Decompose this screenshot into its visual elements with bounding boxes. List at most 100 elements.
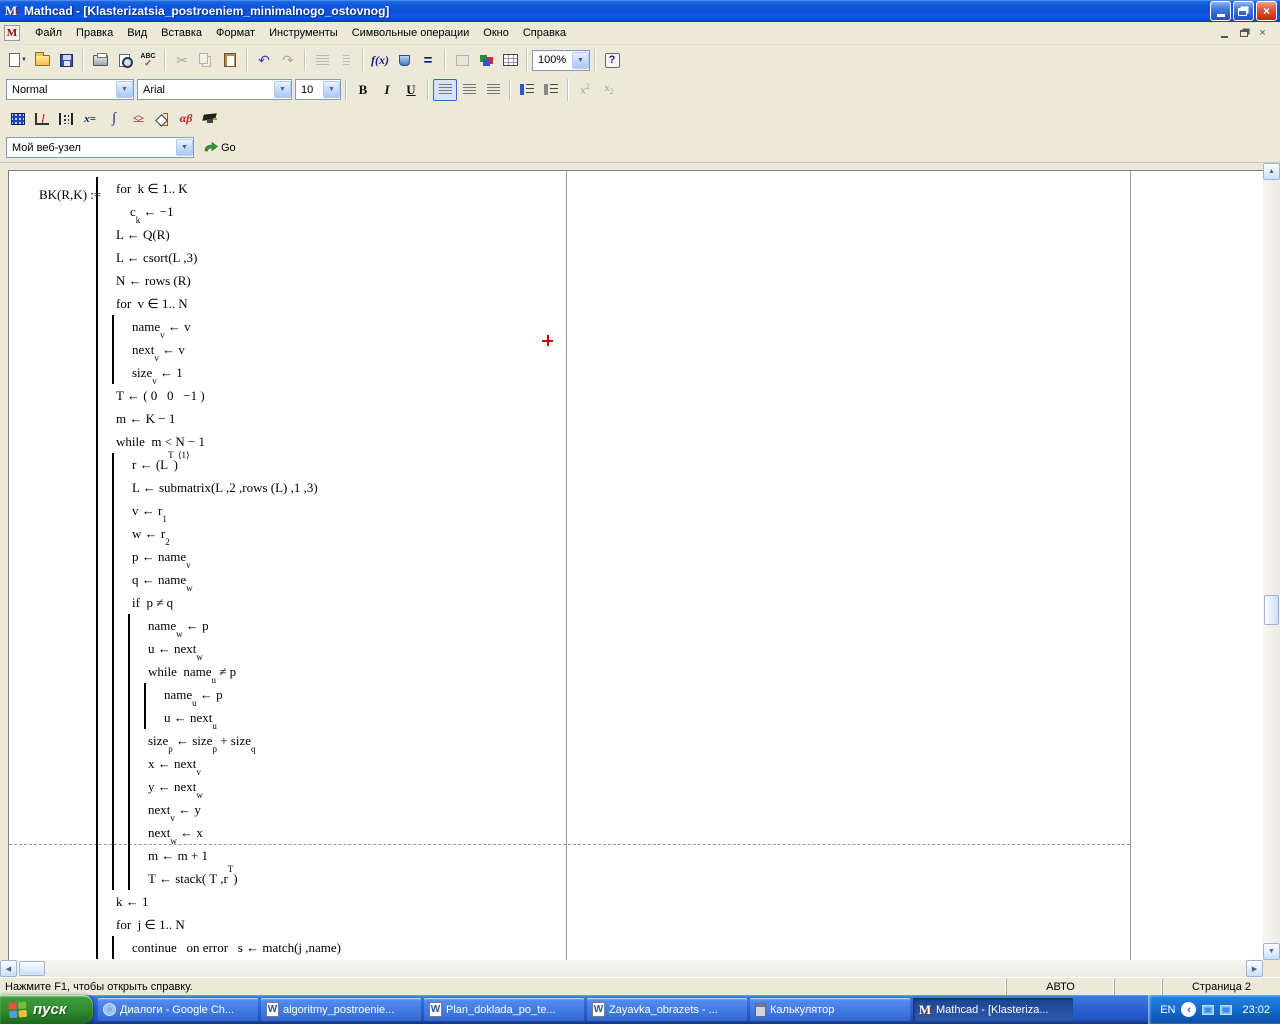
tray-chevron-button[interactable]: ‹ xyxy=(1181,1002,1197,1017)
program-line-12[interactable]: while m < N − 1 xyxy=(96,430,341,453)
program-line-31[interactable]: T ← stack( T ,rT) xyxy=(96,865,341,890)
style-select[interactable]: Normal ▼ xyxy=(6,79,134,100)
align-right-button[interactable] xyxy=(481,79,505,101)
horizontal-scrollbar[interactable]: ◀ ▶ xyxy=(0,960,1263,977)
insert-table-button[interactable] xyxy=(498,49,522,71)
program-line-18[interactable]: q ← namew xyxy=(96,568,341,593)
vertical-scrollbar[interactable]: ▲ ▼ xyxy=(1263,163,1280,960)
insert-component-button[interactable] xyxy=(450,49,474,71)
spell-check-button[interactable]: ABC ✓ xyxy=(136,49,160,71)
program-line-17[interactable]: p ← namev xyxy=(96,545,341,570)
calculate-button[interactable]: = xyxy=(416,49,440,71)
program-line-21[interactable]: u ← nextw xyxy=(96,637,341,662)
copy-button[interactable] xyxy=(194,49,218,71)
taskbar-task-6[interactable]: M Mathcad - [Klasteriza... xyxy=(913,998,1073,1021)
undo-button[interactable]: ↶ xyxy=(252,49,276,71)
zoom-dropdown-icon[interactable]: ▼ xyxy=(572,51,589,69)
taskbar-task-4[interactable]: W Zayavka_obrazets - ... xyxy=(587,998,747,1021)
program-line-16[interactable]: w ← r2 xyxy=(96,522,341,547)
align-left-button[interactable] xyxy=(433,78,457,101)
program-line-5[interactable]: N ← rows (R) xyxy=(96,269,341,292)
program-line-13[interactable]: r ← (LT)⟨1⟩ xyxy=(96,451,341,476)
program-line-6[interactable]: for v ∈ 1.. N xyxy=(96,292,341,315)
menu-item-7[interactable]: Символьные операции xyxy=(345,24,477,42)
program-line-25[interactable]: sizep ← sizep + sizeq xyxy=(96,729,341,754)
menu-item-2[interactable]: Правка xyxy=(69,24,120,42)
menu-item-4[interactable]: Вставка xyxy=(154,24,209,42)
program-line-1[interactable]: for k ∈ 1.. K xyxy=(96,177,341,200)
scroll-left-button[interactable]: ◀ xyxy=(0,960,17,977)
graph-palette-button[interactable] xyxy=(30,108,54,130)
network-tray-icon[interactable] xyxy=(1220,1004,1233,1015)
bullet-list-button[interactable] xyxy=(515,79,539,101)
close-button[interactable]: × xyxy=(1256,1,1277,21)
taskbar-task-3[interactable]: W Plan_doklada_po_te... xyxy=(424,998,584,1021)
align-down-button[interactable] xyxy=(334,49,358,71)
scroll-up-button[interactable]: ▲ xyxy=(1263,163,1280,180)
vertical-scroll-thumb[interactable] xyxy=(1264,595,1279,625)
horizontal-scroll-thumb[interactable] xyxy=(19,961,45,976)
program-line-4[interactable]: L ← csort(L ,3) xyxy=(96,246,341,269)
program-line-3[interactable]: L ← Q(R) xyxy=(96,223,341,246)
program-line-15[interactable]: v ← r1 xyxy=(96,499,341,524)
redo-button[interactable]: ↷ xyxy=(276,49,300,71)
minimize-button[interactable] xyxy=(1210,1,1231,21)
component-wizard-button[interactable] xyxy=(474,49,498,71)
program-line-26[interactable]: x ← nextv xyxy=(96,752,341,777)
programming-palette-button[interactable] xyxy=(150,108,174,130)
style-dropdown-icon[interactable]: ▼ xyxy=(116,81,133,98)
program-line-20[interactable]: namew ← p xyxy=(96,614,341,639)
restore-button[interactable] xyxy=(1233,1,1254,21)
program-line-14[interactable]: L ← submatrix(L ,2 ,rows (L) ,1 ,3) xyxy=(96,476,341,499)
language-indicator[interactable]: EN xyxy=(1160,1004,1175,1016)
program-line-11[interactable]: m ← K − 1 xyxy=(96,407,341,430)
boolean-palette-button[interactable]: ≤≥ xyxy=(126,108,150,130)
menu-item-3[interactable]: Вид xyxy=(120,24,154,42)
program-line-28[interactable]: nextv ← y xyxy=(96,798,341,823)
program-line-27[interactable]: y ← nextw xyxy=(96,775,341,800)
insert-function-button[interactable]: f(x) xyxy=(368,49,392,71)
program-line-9[interactable]: sizev ← 1 xyxy=(96,361,341,386)
save-button[interactable] xyxy=(54,49,78,71)
program-line-7[interactable]: namev ← v xyxy=(96,315,341,340)
align-across-button[interactable] xyxy=(310,49,334,71)
program-line-32[interactable]: k ← 1 xyxy=(96,890,341,913)
taskbar-task-1[interactable]: Диалоги - Google Ch... xyxy=(98,998,258,1021)
worksheet[interactable]: BK(R,K) := for k ∈ 1.. K ck ← −1 L ← Q(R) L… xyxy=(8,170,1263,960)
bold-button[interactable]: B xyxy=(351,79,375,101)
program-line-24[interactable]: u ← nextu xyxy=(96,706,341,731)
program-line-19[interactable]: if p ≠ q xyxy=(96,591,341,614)
open-button[interactable] xyxy=(30,49,54,71)
network-tray-icon[interactable] xyxy=(1202,1004,1215,1015)
symbolic-palette-button[interactable] xyxy=(198,108,222,130)
calculator-palette-button[interactable] xyxy=(6,108,30,130)
go-button[interactable]: Go xyxy=(204,141,236,154)
taskbar-task-2[interactable]: Walgoritmy_postroenie... xyxy=(261,998,421,1021)
subscript-button[interactable]: x2 xyxy=(597,79,621,101)
menu-item-5[interactable]: Формат xyxy=(209,24,262,42)
scroll-right-button[interactable]: ▶ xyxy=(1246,960,1263,977)
program-line-22[interactable]: while nameu ≠ p xyxy=(96,660,341,685)
print-button[interactable] xyxy=(88,49,112,71)
program-line-23[interactable]: nameu ← p xyxy=(96,683,341,708)
matrix-palette-button[interactable] xyxy=(54,108,78,130)
insert-unit-button[interactable] xyxy=(392,49,416,71)
cut-button[interactable]: ✂ xyxy=(170,49,194,71)
print-preview-button[interactable] xyxy=(112,49,136,71)
start-button[interactable]: пуск xyxy=(0,995,93,1024)
paste-button[interactable] xyxy=(218,49,242,71)
align-center-button[interactable] xyxy=(457,79,481,101)
font-select[interactable]: Arial ▼ xyxy=(137,79,292,100)
menu-item-1[interactable]: Файл xyxy=(28,24,69,42)
underline-button[interactable]: U xyxy=(399,79,423,101)
program-line-29[interactable]: nextw ← x xyxy=(96,821,341,846)
menu-item-8[interactable]: Окно xyxy=(476,24,516,42)
size-dropdown-icon[interactable]: ▼ xyxy=(323,81,340,98)
function-definition-label[interactable]: BK(R,K) := xyxy=(39,187,101,203)
doc-restore-button[interactable] xyxy=(1236,26,1251,40)
menu-item-6[interactable]: Инструменты xyxy=(262,24,345,42)
evaluation-palette-button[interactable]: x= xyxy=(78,108,102,130)
web-address-select[interactable]: Мой веб-узел ▼ xyxy=(6,137,194,158)
help-button[interactable]: ? xyxy=(600,49,624,71)
superscript-button[interactable]: x2 xyxy=(573,79,597,101)
